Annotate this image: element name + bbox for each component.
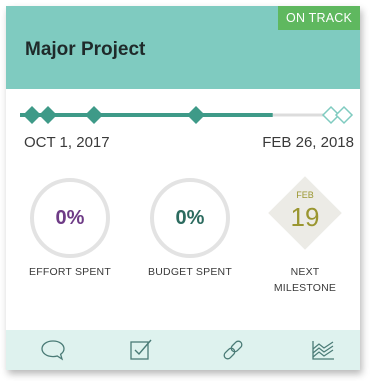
milestone-marker bbox=[187, 106, 205, 124]
card-footer bbox=[6, 330, 360, 370]
timeline bbox=[20, 105, 354, 125]
milestone-marker bbox=[39, 106, 57, 124]
comment-icon bbox=[41, 340, 65, 361]
milestone-month: FEB bbox=[296, 190, 314, 200]
link-icon bbox=[223, 340, 243, 360]
start-date: OCT 1, 2017 bbox=[24, 134, 110, 151]
effort-ring: 0% bbox=[30, 178, 110, 258]
project-card: ON TRACK Major Project OCT 1, 2017 FEB 2… bbox=[6, 6, 360, 370]
reports-button[interactable] bbox=[310, 338, 336, 362]
comments-button[interactable] bbox=[40, 338, 66, 362]
milestone-marker bbox=[23, 106, 41, 124]
status-badge: ON TRACK bbox=[278, 6, 360, 30]
effort-label: EFFORT SPENT bbox=[29, 266, 111, 278]
checkbox-icon bbox=[130, 339, 152, 360]
end-date: FEB 26, 2018 bbox=[262, 134, 354, 151]
next-milestone-label-line1: NEXT bbox=[290, 266, 320, 278]
next-milestone-label: NEXT MILESTONE bbox=[250, 264, 360, 296]
budget-ring: 0% bbox=[150, 178, 230, 258]
milestone-marker-upcoming bbox=[334, 105, 354, 125]
budget-label: BUDGET SPENT bbox=[148, 266, 232, 278]
milestone-day: 19 bbox=[290, 202, 320, 232]
chart-icon bbox=[312, 341, 334, 360]
next-milestone-badge: FEB 19 bbox=[268, 176, 342, 250]
links-button[interactable] bbox=[220, 338, 246, 362]
tasks-button[interactable] bbox=[128, 338, 154, 362]
next-milestone-label-line2: MILESTONE bbox=[273, 282, 337, 294]
milestone-marker bbox=[85, 106, 103, 124]
project-title[interactable]: Major Project bbox=[25, 39, 145, 61]
card-header: ON TRACK Major Project bbox=[6, 6, 360, 89]
